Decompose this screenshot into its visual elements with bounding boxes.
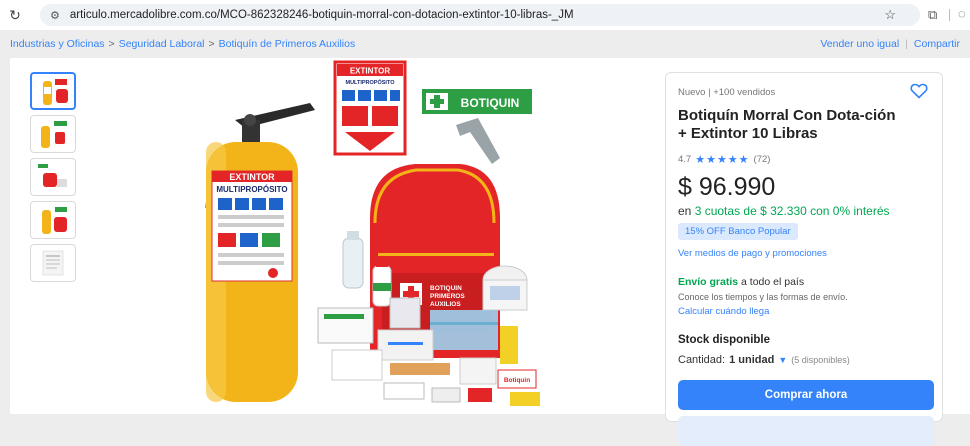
installments-prefix: en (678, 204, 692, 218)
breadcrumb-bar: Industrias y Oficinas > Seguridad Labora… (0, 30, 970, 58)
quantity-selector[interactable]: Cantidad: 1 unidad ▼ (5 disponibles) (678, 354, 850, 366)
product-card: EXTINTOR MULTIPROPÓSITO EXTINTOR MULTIPR… (10, 58, 970, 446)
backpack-label-2: PRIMEROS (430, 293, 465, 300)
actions-divider: | (905, 38, 908, 50)
tongue-depressors (390, 363, 450, 375)
stock-label: Stock disponible (678, 334, 771, 346)
face-masks (430, 310, 498, 350)
calculate-arrival-link[interactable]: Calcular cuándo llega (678, 306, 769, 317)
installments-text: en 3 cuotas de $ 32.330 con 0% interés (678, 204, 890, 218)
review-count: (72) (753, 154, 771, 165)
product-title: Botiquín Morral Con Dota-ción + Extintor… (678, 107, 896, 142)
promo-badge: 15% OFF Banco Popular (678, 223, 798, 240)
breadcrumb-item-industrias[interactable]: Industrias y Oficinas (10, 38, 105, 50)
breadcrumb-item-seguridad[interactable]: Seguridad Laboral (119, 38, 205, 50)
thumbnail-3[interactable] (30, 158, 76, 196)
bookmark-star-icon[interactable]: ☆ (884, 7, 896, 23)
buy-now-button[interactable]: Comprar ahora (678, 380, 934, 410)
backpack-label-1: BOTIQUIN (430, 285, 462, 292)
browser-toolbar: ↻ ⚙ articulo.mercadolibre.com.co/MCO-862… (0, 0, 970, 30)
thumbnail-image (42, 250, 64, 276)
condition-sold-row: Nuevo | +100 vendidos (678, 87, 775, 98)
breadcrumb-actions: Vender uno igual | Compartir (820, 38, 960, 50)
extinguisher-subtitle: MULTIPROPÓSITO (216, 185, 287, 194)
gauze-pack (317, 307, 374, 344)
quantity-value[interactable]: 1 unidad (729, 354, 774, 366)
address-bar[interactable]: ⚙ articulo.mercadolibre.com.co/MCO-86232… (40, 4, 920, 26)
extintor-sign: EXTINTOR MULTIPROPÓSITO (333, 60, 407, 156)
sign-extintor-title: EXTINTOR (350, 67, 391, 76)
thumbnail-1[interactable] (30, 72, 76, 110)
sold-count: +100 vendidos (713, 87, 776, 98)
share-link[interactable]: Compartir (914, 38, 960, 50)
url-text[interactable]: articulo.mercadolibre.com.co/MCO-8623282… (70, 9, 574, 21)
water-bottle (342, 237, 364, 289)
kit-label-text: Botiquin (504, 377, 530, 384)
breadcrumb-item-botiquin[interactable]: Botiquín de Primeros Auxilios (219, 38, 356, 50)
add-to-cart-button[interactable] (678, 416, 934, 446)
breadcrumb-separator: > (108, 38, 115, 50)
sell-same-link[interactable]: Vender uno igual (820, 38, 899, 50)
reload-icon[interactable]: ↻ (0, 7, 30, 24)
thumbnail-image (42, 207, 67, 234)
thumbnail-image (41, 121, 67, 148)
quantity-label: Cantidad: (678, 354, 726, 366)
shipping-row: Envío gratis a todo el país (678, 276, 804, 288)
wall-bracket (456, 118, 500, 164)
thumbnail-gallery (30, 72, 76, 287)
thumbnail-image (43, 79, 68, 105)
extensions-icon[interactable]: ⧉ (928, 7, 937, 23)
free-shipping-label: Envío gratis (678, 276, 739, 288)
cotton-swabs (500, 326, 518, 364)
thumbnail-4[interactable] (30, 201, 76, 239)
product-main-image[interactable]: EXTINTOR MULTIPROPÓSITO EXTINTOR MULTIPR… (160, 58, 660, 414)
thumbnail-2[interactable] (30, 115, 76, 153)
rating-value: 4.7 (678, 154, 692, 165)
buy-box: Nuevo | +100 vendidos Botiquín Morral Co… (665, 72, 943, 446)
quantity-available: (5 disponibles) (791, 355, 850, 365)
sign-extintor-subtitle: MULTIPROPÓSITO (346, 78, 396, 86)
toolbar-divider (949, 9, 950, 21)
extinguisher-title: EXTINTOR (229, 172, 275, 182)
thumbnail-5[interactable] (30, 244, 76, 282)
bandage-box (389, 297, 421, 329)
thermometer-pack (383, 382, 425, 400)
product-price: $ 96.990 (678, 173, 776, 201)
breadcrumb-separator: > (208, 38, 215, 50)
sign-botiquin-text: BOTIQUIN (461, 96, 520, 110)
payment-methods-link[interactable]: Ver medios de pago y promociones (678, 248, 827, 259)
botiquin-sign: BOTIQUIN (422, 89, 532, 114)
backpack-label-3: AUXILIOS (430, 301, 461, 308)
gloves-pack (331, 349, 383, 381)
favorite-heart-icon[interactable] (910, 83, 928, 104)
condition-label: Nuevo (678, 87, 706, 98)
profile-icon[interactable]: ◌ (958, 6, 966, 21)
chevron-down-icon[interactable]: ▼ (778, 355, 787, 365)
product-illustration: EXTINTOR MULTIPROPÓSITO EXTINTOR MULTIPR… (205, 60, 540, 406)
shipping-rest: a todo el país (741, 276, 805, 288)
site-settings-icon[interactable]: ⚙ (50, 9, 60, 22)
breadcrumb: Industrias y Oficinas > Seguridad Labora… (10, 38, 355, 50)
thumbnail-image (38, 164, 67, 187)
rating-stars-icon: ★★★★★ (695, 154, 750, 166)
installments-value: 3 cuotas de $ 32.330 con 0% interés (694, 204, 890, 218)
shipping-info: Conoce los tiempos y las formas de envío… (678, 292, 848, 302)
rating-row[interactable]: 4.7 ★★★★★ (72) (678, 153, 770, 166)
